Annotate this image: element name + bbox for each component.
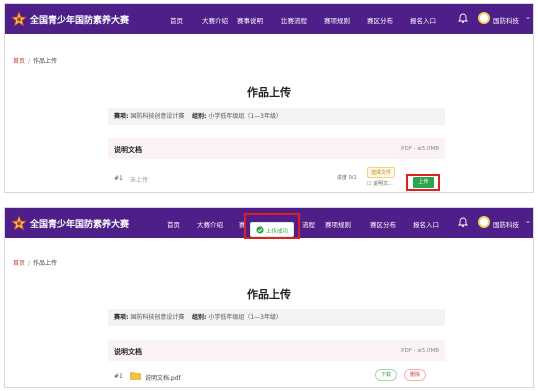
user-avatar[interactable] bbox=[478, 12, 490, 24]
user-name[interactable]: 国防科技 bbox=[493, 15, 519, 25]
page-title: 作品上传 bbox=[247, 288, 291, 301]
nav-home[interactable]: 首页 bbox=[170, 15, 183, 25]
nav-register[interactable]: 报名入口 bbox=[413, 219, 439, 229]
breadcrumb: 首页 / 作品上传 bbox=[13, 258, 57, 267]
track-label: 赛项: bbox=[114, 113, 129, 120]
delete-button[interactable]: 删除 bbox=[404, 369, 426, 381]
row-number: #1 bbox=[114, 373, 123, 380]
bell-icon[interactable] bbox=[457, 12, 469, 24]
brand-title[interactable]: 全国青少年国防素养大赛 bbox=[30, 217, 129, 230]
competition-info-bar: 赛项: 国防科技创意设计赛 组别: 小学低年级组（1—3年级） bbox=[108, 108, 445, 125]
upload-row: #1 未上传 进度 0/1 选择文件 ☐ 说明文... 上传 bbox=[108, 167, 445, 191]
docs-file-limit: PDF · ≤5.0MB bbox=[401, 146, 439, 152]
screenshot-after-upload: 全国青少年国防素养大赛 首页 大赛介绍 赛 流程 赛项规则 赛区分布 报名入口 … bbox=[4, 207, 534, 388]
selected-file-chip[interactable]: ☐ 说明文... bbox=[367, 180, 393, 187]
breadcrumb: 首页 / 作品上传 bbox=[13, 56, 57, 65]
star-emblem-icon bbox=[11, 215, 27, 231]
chevron-down-icon[interactable]: ⌄ bbox=[525, 13, 531, 21]
choose-file-button[interactable]: 选择文件 bbox=[367, 167, 396, 178]
uploaded-file-row: #1 说明文档.pdf 下载 删除 bbox=[108, 365, 445, 387]
docs-section-header: 说明文档 PDF · ≤5.0MB bbox=[108, 138, 445, 159]
screenshot-before-upload: 全国青少年国防素养大赛 首页 大赛介绍 赛事说明 比赛流程 赛项规则 赛区分布 … bbox=[4, 3, 534, 193]
breadcrumb-home[interactable]: 首页 bbox=[13, 260, 25, 267]
page-title: 作品上传 bbox=[247, 86, 291, 99]
toast-highlight-box bbox=[244, 213, 300, 239]
top-navbar: 全国青少年国防素养大赛 首页 大赛介绍 赛事说明 比赛流程 赛项规则 赛区分布 … bbox=[5, 4, 533, 34]
docs-file-limit: PDF · ≤5.0MB bbox=[401, 348, 439, 354]
nav-process[interactable]: 比赛流程 bbox=[281, 15, 307, 25]
track-value: 国防科技创意设计赛 bbox=[130, 113, 185, 120]
breadcrumb-current: 作品上传 bbox=[33, 58, 58, 65]
nav-rules[interactable]: 赛项规则 bbox=[325, 219, 351, 229]
breadcrumb-current: 作品上传 bbox=[33, 260, 58, 267]
folder-icon bbox=[130, 372, 141, 380]
download-button[interactable]: 下载 bbox=[375, 369, 397, 381]
nav-notice[interactable]: 赛事说明 bbox=[237, 15, 263, 25]
nav-home[interactable]: 首页 bbox=[167, 219, 180, 229]
nav-process-partial[interactable]: 流程 bbox=[302, 219, 315, 229]
docs-title: 说明文档 bbox=[114, 146, 142, 154]
nav-rules[interactable]: 赛项规则 bbox=[324, 15, 350, 25]
star-emblem-icon bbox=[11, 11, 27, 27]
nav-about[interactable]: 大赛介绍 bbox=[197, 219, 223, 229]
row-number: #1 bbox=[114, 175, 123, 182]
upload-status: 未上传 bbox=[130, 177, 149, 184]
uploaded-file-name[interactable]: 说明文档.pdf bbox=[145, 373, 181, 382]
group-value: 小学低年级组（1—3年级） bbox=[208, 113, 282, 120]
chevron-down-icon[interactable]: ⌄ bbox=[525, 217, 531, 225]
nav-regions[interactable]: 赛区分布 bbox=[367, 15, 393, 25]
track-value: 国防科技创意设计赛 bbox=[130, 314, 185, 321]
upload-button[interactable]: 上传 bbox=[413, 177, 434, 188]
breadcrumb-separator: / bbox=[28, 58, 31, 65]
nav-regions[interactable]: 赛区分布 bbox=[370, 219, 396, 229]
group-label: 组别: bbox=[191, 314, 207, 321]
brand-title[interactable]: 全国青少年国防素养大赛 bbox=[30, 13, 129, 26]
nav-about[interactable]: 大赛介绍 bbox=[202, 15, 228, 25]
nav-register[interactable]: 报名入口 bbox=[410, 15, 436, 25]
breadcrumb-separator: / bbox=[28, 260, 31, 267]
user-name[interactable]: 国防科技 bbox=[493, 219, 519, 229]
group-value: 小学低年级组（1—3年级） bbox=[208, 314, 282, 321]
breadcrumb-home[interactable]: 首页 bbox=[13, 58, 25, 65]
docs-title: 说明文档 bbox=[114, 348, 142, 356]
competition-info-bar: 赛项: 国防科技创意设计赛 组别: 小学低年级组（1—3年级） bbox=[108, 309, 445, 326]
bell-icon[interactable] bbox=[457, 216, 469, 228]
upload-progress: 进度 0/1 bbox=[337, 175, 357, 181]
user-avatar[interactable] bbox=[478, 216, 490, 228]
docs-section-header: 说明文档 PDF · ≤5.0MB bbox=[108, 340, 445, 361]
track-label: 赛项: bbox=[114, 314, 129, 321]
group-label: 组别: bbox=[191, 113, 207, 120]
